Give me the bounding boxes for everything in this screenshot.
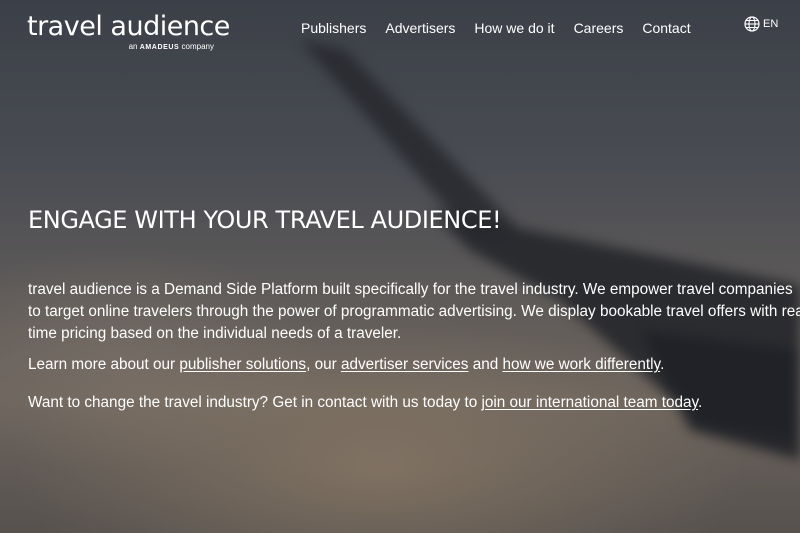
learn-more-separator-1: , our: [306, 356, 341, 373]
nav-item-how-we-do-it[interactable]: How we do it: [474, 20, 554, 36]
hero-intro-paragraph: travel audience is a Demand Side Platfor…: [28, 281, 800, 342]
careers-end: .: [698, 394, 703, 411]
logo-tagline: an AMADEUS company: [129, 42, 214, 51]
nav-item-publishers[interactable]: Publishers: [301, 20, 366, 36]
language-label: EN: [763, 18, 779, 30]
site-header: travel audience an AMADEUS company Publi…: [0, 0, 800, 60]
how-we-work-link[interactable]: how we work differently: [502, 356, 660, 373]
hero-background-image: [0, 0, 800, 533]
learn-more-paragraph: Learn more about our publisher solutions…: [28, 354, 800, 376]
hero-headline: ENGAGE WITH YOUR TRAVEL AUDIENCE!: [28, 206, 502, 234]
nav-item-careers[interactable]: Careers: [574, 20, 624, 36]
careers-prefix: Want to change the travel industry? Get …: [28, 394, 482, 411]
learn-more-separator-2: and: [468, 356, 503, 373]
join-team-link[interactable]: join our international team today: [481, 394, 698, 411]
main-navigation: Publishers Advertisers How we do it Care…: [301, 20, 691, 36]
language-selector[interactable]: EN: [744, 16, 778, 32]
logo-tagline-prefix: an: [128, 42, 138, 51]
logo-tagline-brand: AMADEUS: [139, 44, 180, 51]
careers-paragraph: Want to change the travel industry? Get …: [28, 392, 800, 414]
publisher-solutions-link[interactable]: publisher solutions: [179, 356, 306, 373]
logo-wordmark: travel audience: [27, 11, 230, 42]
advertiser-services-link[interactable]: advertiser services: [341, 356, 469, 373]
logo-tagline-suffix: company: [181, 42, 214, 51]
learn-more-end: .: [660, 356, 665, 373]
nav-item-advertisers[interactable]: Advertisers: [385, 20, 455, 36]
learn-more-prefix: Learn more about our: [28, 356, 180, 373]
brand-logo[interactable]: travel audience an AMADEUS company: [27, 11, 230, 52]
globe-icon: [744, 16, 760, 32]
nav-item-contact[interactable]: Contact: [642, 20, 690, 36]
